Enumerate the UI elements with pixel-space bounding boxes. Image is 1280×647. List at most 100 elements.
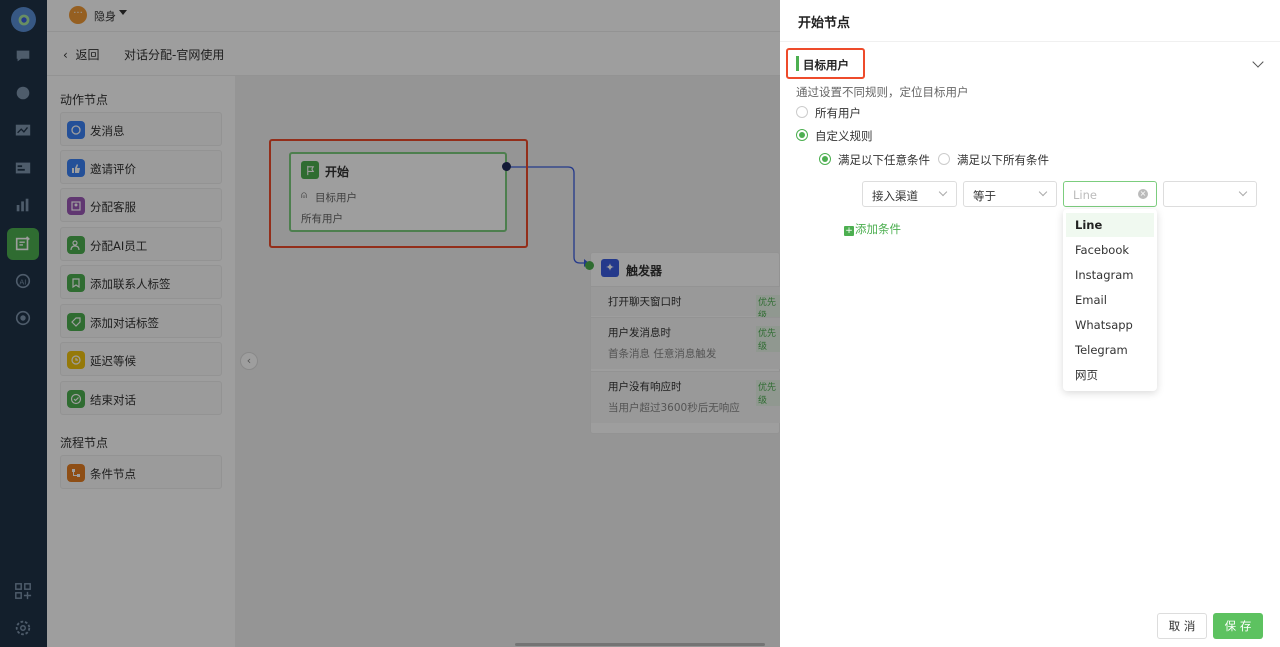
dropdown-option-telegram[interactable]: Telegram: [1066, 338, 1154, 362]
trigger-node[interactable]: ✦ 触发器 打开聊天窗口时 优先级 用户发消息时 优先级 首条消息 任意消息触发…: [585, 252, 781, 434]
top-bar: ··· 隐身: [47, 0, 780, 32]
radio-match-any-label[interactable]: 满足以下任意条件: [838, 152, 930, 168]
palette-item-assign-agent[interactable]: 分配客服: [60, 188, 222, 222]
clear-icon[interactable]: ×: [1138, 189, 1148, 199]
palette-item-assign-ai-agent[interactable]: 分配AI员工: [60, 227, 222, 261]
add-condition-label: 添加条件: [855, 222, 901, 236]
dropdown-option-facebook[interactable]: Facebook: [1066, 238, 1154, 262]
palette-item-label: 添加联系人标签: [90, 277, 171, 291]
dropdown-option-line[interactable]: Line: [1066, 213, 1154, 237]
dropdown-option-webpage[interactable]: 网页: [1066, 363, 1154, 387]
save-button[interactable]: 保 存: [1213, 613, 1263, 639]
check-circle-icon: [67, 390, 85, 408]
back-label: 返回: [75, 48, 100, 62]
palette-item-label: 结束对话: [90, 393, 136, 407]
chat-bubble-icon[interactable]: ···: [69, 6, 87, 24]
trigger-row-title: 用户没有响应时: [608, 381, 682, 393]
value-select[interactable]: Line ×: [1063, 181, 1157, 207]
apps-grid-icon[interactable]: [12, 580, 34, 602]
chat-icon[interactable]: [12, 45, 34, 67]
target-icon[interactable]: [12, 307, 34, 329]
start-node-drawer: 开始节点 目标用户 通过设置不同规则，定位目标用户 所有用户 自定义规则 满足以…: [780, 0, 1280, 647]
left-nav-rail: AI: [0, 0, 47, 647]
operator-select-value: 等于: [973, 189, 996, 203]
message-icon: [67, 121, 85, 139]
palette-item-invite-rating[interactable]: 邀请评价: [60, 150, 222, 184]
settings-gear-icon[interactable]: [12, 617, 34, 639]
tag-icon: [67, 313, 85, 331]
flow-title: 对话分配-官网使用: [124, 48, 225, 62]
analytics-icon[interactable]: [12, 194, 34, 216]
ai-icon[interactable]: AI: [12, 270, 34, 292]
monitor-icon[interactable]: [12, 120, 34, 142]
highlight-box-section: [786, 48, 865, 79]
ai-agent-icon: [67, 236, 85, 254]
palette-item-condition-node[interactable]: 条件节点: [60, 455, 222, 489]
trigger-row-title: 用户发消息时: [608, 327, 671, 339]
contacts-icon[interactable]: [12, 157, 34, 179]
sub-bar: ‹ 返回 对话分配-官网使用: [47, 32, 780, 76]
radio-match-any[interactable]: [819, 153, 831, 165]
horizontal-scrollbar[interactable]: [515, 643, 765, 646]
palette-item-add-conversation-tag[interactable]: 添加对话标签: [60, 304, 222, 338]
chevron-down-icon[interactable]: [119, 10, 127, 15]
trigger-row[interactable]: 打开聊天窗口时 优先级: [591, 286, 781, 321]
value-select-placeholder: Line: [1073, 188, 1097, 202]
chevron-down-icon: [1238, 187, 1248, 197]
field-select[interactable]: 接入渠道: [862, 181, 957, 207]
dropdown-option-email[interactable]: Email: [1066, 288, 1154, 312]
trigger-node-title: 触发器: [626, 264, 663, 278]
main-area: ··· 隐身 ‹ 返回 对话分配-官网使用 动作节点 发消息 邀请评价 分配客服…: [47, 0, 781, 647]
radio-match-all[interactable]: [938, 153, 950, 165]
status-label[interactable]: 隐身: [94, 8, 116, 24]
priority-badge: 优先级: [756, 380, 781, 406]
priority-badge: 优先级: [756, 326, 781, 352]
drawer-title: 开始节点: [798, 16, 851, 31]
palette-item-label: 添加对话标签: [90, 316, 159, 330]
conversation-icon[interactable]: [12, 82, 34, 104]
palette-item-label: 分配AI员工: [90, 239, 148, 253]
node-palette: 动作节点 发消息 邀请评价 分配客服 分配AI员工 添加联系人标签 添加对话标签…: [47, 76, 235, 647]
back-button[interactable]: ‹ 返回: [63, 46, 99, 63]
flow-canvas[interactable]: ‹ 开始 ⍝ 目标用户 所有用户 ✦ 触发器 打开聊天窗口时 优先级 用户发消息…: [235, 76, 781, 647]
trigger-row-sub: 当用户超过3600秒后无响应: [608, 402, 740, 414]
highlight-box-start-node: [269, 139, 528, 248]
field-select-value: 接入渠道: [872, 189, 918, 203]
palette-item-end-conversation[interactable]: 结束对话: [60, 381, 222, 415]
palette-item-label: 分配客服: [90, 200, 136, 214]
chevron-down-icon: [1038, 187, 1048, 197]
radio-all-users-label[interactable]: 所有用户: [815, 105, 861, 121]
value2-select[interactable]: [1163, 181, 1257, 207]
radio-custom-rule-label[interactable]: 自定义规则: [815, 128, 873, 144]
palette-item-send-message[interactable]: 发消息: [60, 112, 222, 146]
agent-icon: [67, 197, 85, 215]
condition-icon: [67, 464, 85, 482]
trigger-row[interactable]: 用户没有响应时 优先级 当用户超过3600秒后无响应: [591, 371, 781, 423]
operator-select[interactable]: 等于: [963, 181, 1057, 207]
radio-match-all-label[interactable]: 满足以下所有条件: [957, 152, 1049, 168]
automation-icon[interactable]: [7, 228, 39, 260]
action-nodes-heading: 动作节点: [60, 93, 109, 107]
radio-custom-rule[interactable]: [796, 129, 808, 141]
palette-item-add-contact-tag[interactable]: 添加联系人标签: [60, 265, 222, 299]
dropdown-option-whatsapp[interactable]: Whatsapp: [1066, 313, 1154, 337]
cancel-button[interactable]: 取 消: [1157, 613, 1207, 639]
bookmark-icon: [67, 274, 85, 292]
section-description: 通过设置不同规则，定位目标用户: [796, 85, 969, 99]
thumbs-up-icon: [67, 159, 85, 177]
plus-icon: +: [844, 226, 854, 236]
palette-item-label: 延迟等候: [90, 354, 136, 368]
chevron-down-icon[interactable]: [1252, 56, 1264, 68]
dropdown-option-instagram[interactable]: Instagram: [1066, 263, 1154, 287]
input-port[interactable]: [585, 261, 594, 270]
flow-nodes-heading: 流程节点: [60, 436, 109, 450]
radio-all-users[interactable]: [796, 106, 808, 118]
add-condition-button[interactable]: + 添加条件: [844, 221, 901, 237]
clock-icon: [67, 351, 85, 369]
palette-item-delay-wait[interactable]: 延迟等候: [60, 342, 222, 376]
divider: [780, 41, 1280, 42]
trigger-row-title: 打开聊天窗口时: [608, 296, 682, 308]
app-logo-icon[interactable]: [11, 7, 36, 32]
sparkle-icon: ✦: [601, 259, 619, 277]
trigger-row[interactable]: 用户发消息时 优先级 首条消息 任意消息触发: [591, 317, 781, 369]
